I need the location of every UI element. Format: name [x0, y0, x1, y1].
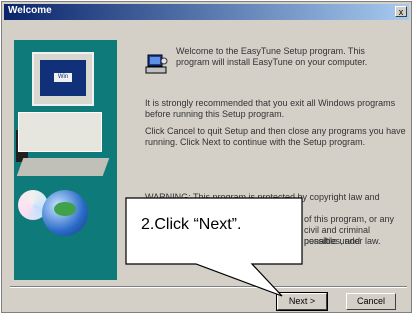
separator — [10, 286, 407, 288]
screen-label: Win — [54, 73, 72, 82]
globe-icon — [42, 190, 88, 236]
keyboard-icon — [16, 158, 110, 176]
setup-dialog: Welcome x Win Welcome to the EasyTune Se… — [1, 1, 412, 313]
setup-illustration: Win — [14, 40, 117, 280]
next-button[interactable]: Next > — [276, 292, 328, 311]
monitor-screen: Win — [40, 60, 86, 96]
callout-text: 2.Click “Next”. — [141, 216, 242, 233]
cancel-button[interactable]: Cancel — [346, 293, 396, 310]
title-bar[interactable]: Welcome x — [4, 4, 409, 20]
warning-text: WARNING: This program is protected by co… — [145, 192, 380, 213]
welcome-message: Welcome to the EasyTune Setup program. T… — [176, 46, 368, 67]
cancel-instructions-text: Click Cancel to quit Setup and then clos… — [145, 126, 406, 147]
recommendation-text: It is strongly recommended that you exit… — [145, 98, 396, 119]
setup-icon — [145, 54, 168, 74]
window-title: Welcome — [8, 5, 52, 16]
computer-case-icon — [18, 112, 102, 152]
warning-text-line: possible under law. — [304, 236, 381, 246]
monitor-icon: Win — [32, 52, 94, 106]
close-button[interactable]: x — [395, 6, 407, 17]
warning-text-line: of this program, or any — [304, 214, 395, 224]
